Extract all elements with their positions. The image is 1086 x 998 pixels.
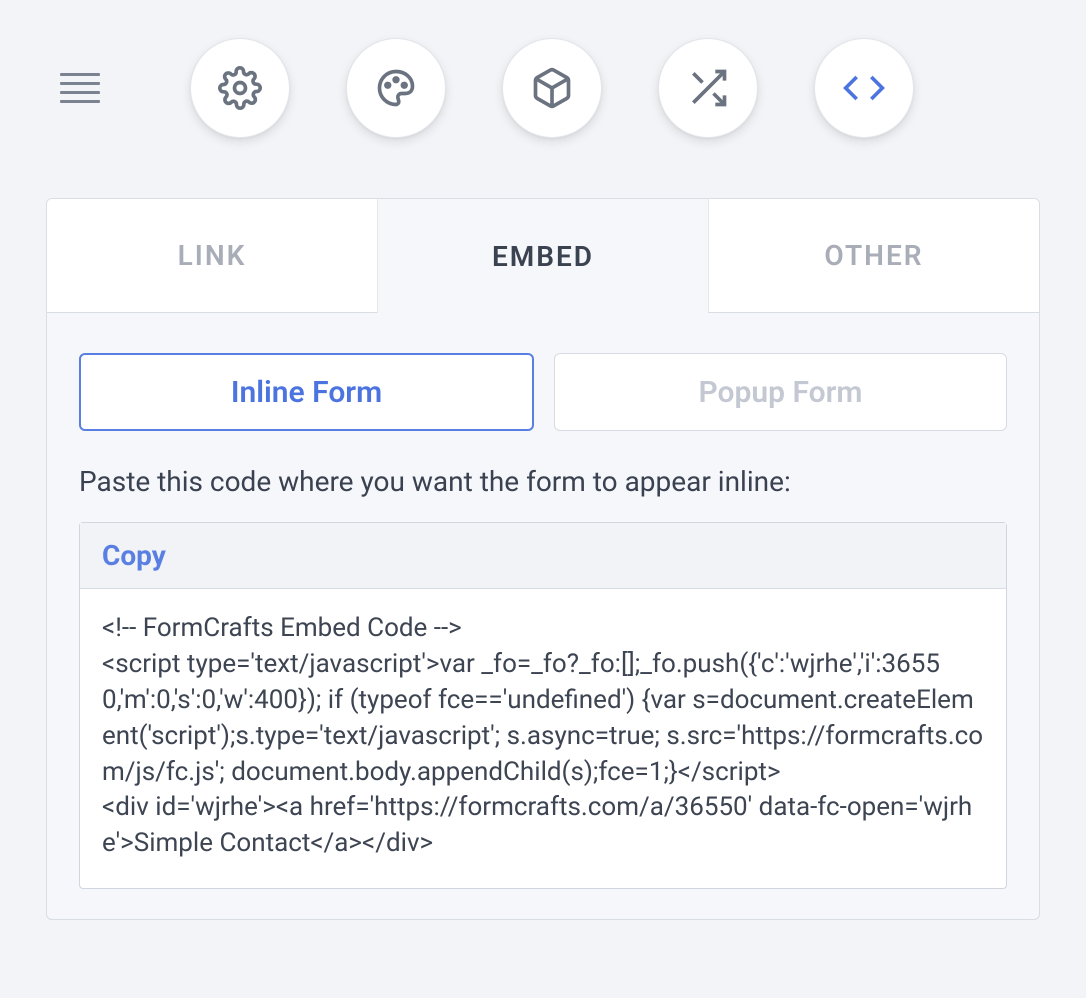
inline-form-button[interactable]: Inline Form — [79, 353, 534, 431]
code-box: Copy <!-- FormCrafts Embed Code --> <scr… — [79, 522, 1007, 889]
shuffle-button[interactable] — [658, 38, 758, 138]
code-header: Copy — [80, 523, 1006, 589]
embed-code[interactable]: <!-- FormCrafts Embed Code --> <script t… — [80, 589, 1006, 888]
toolbar-actions — [190, 38, 914, 138]
embed-panel: LINK EMBED OTHER Inline Form Popup Form … — [46, 198, 1040, 920]
copy-button[interactable]: Copy — [102, 539, 166, 572]
palette-icon — [374, 66, 418, 110]
tab-body-embed: Inline Form Popup Form Paste this code w… — [47, 313, 1039, 919]
menu-button[interactable] — [60, 73, 100, 103]
settings-button[interactable] — [190, 38, 290, 138]
tab-other[interactable]: OTHER — [708, 199, 1039, 313]
form-type-toggle: Inline Form Popup Form — [79, 353, 1007, 431]
package-button[interactable] — [502, 38, 602, 138]
box-icon — [530, 66, 574, 110]
code-icon — [842, 66, 886, 110]
popup-form-button[interactable]: Popup Form — [554, 353, 1007, 431]
tab-embed[interactable]: EMBED — [377, 199, 708, 313]
embed-tabs: LINK EMBED OTHER — [47, 199, 1039, 313]
gear-icon — [218, 66, 262, 110]
embed-code-button[interactable] — [814, 38, 914, 138]
shuffle-icon — [686, 66, 730, 110]
appearance-button[interactable] — [346, 38, 446, 138]
tab-link[interactable]: LINK — [47, 199, 377, 313]
top-toolbar — [0, 0, 1086, 168]
instruction-text: Paste this code where you want the form … — [79, 465, 1007, 498]
